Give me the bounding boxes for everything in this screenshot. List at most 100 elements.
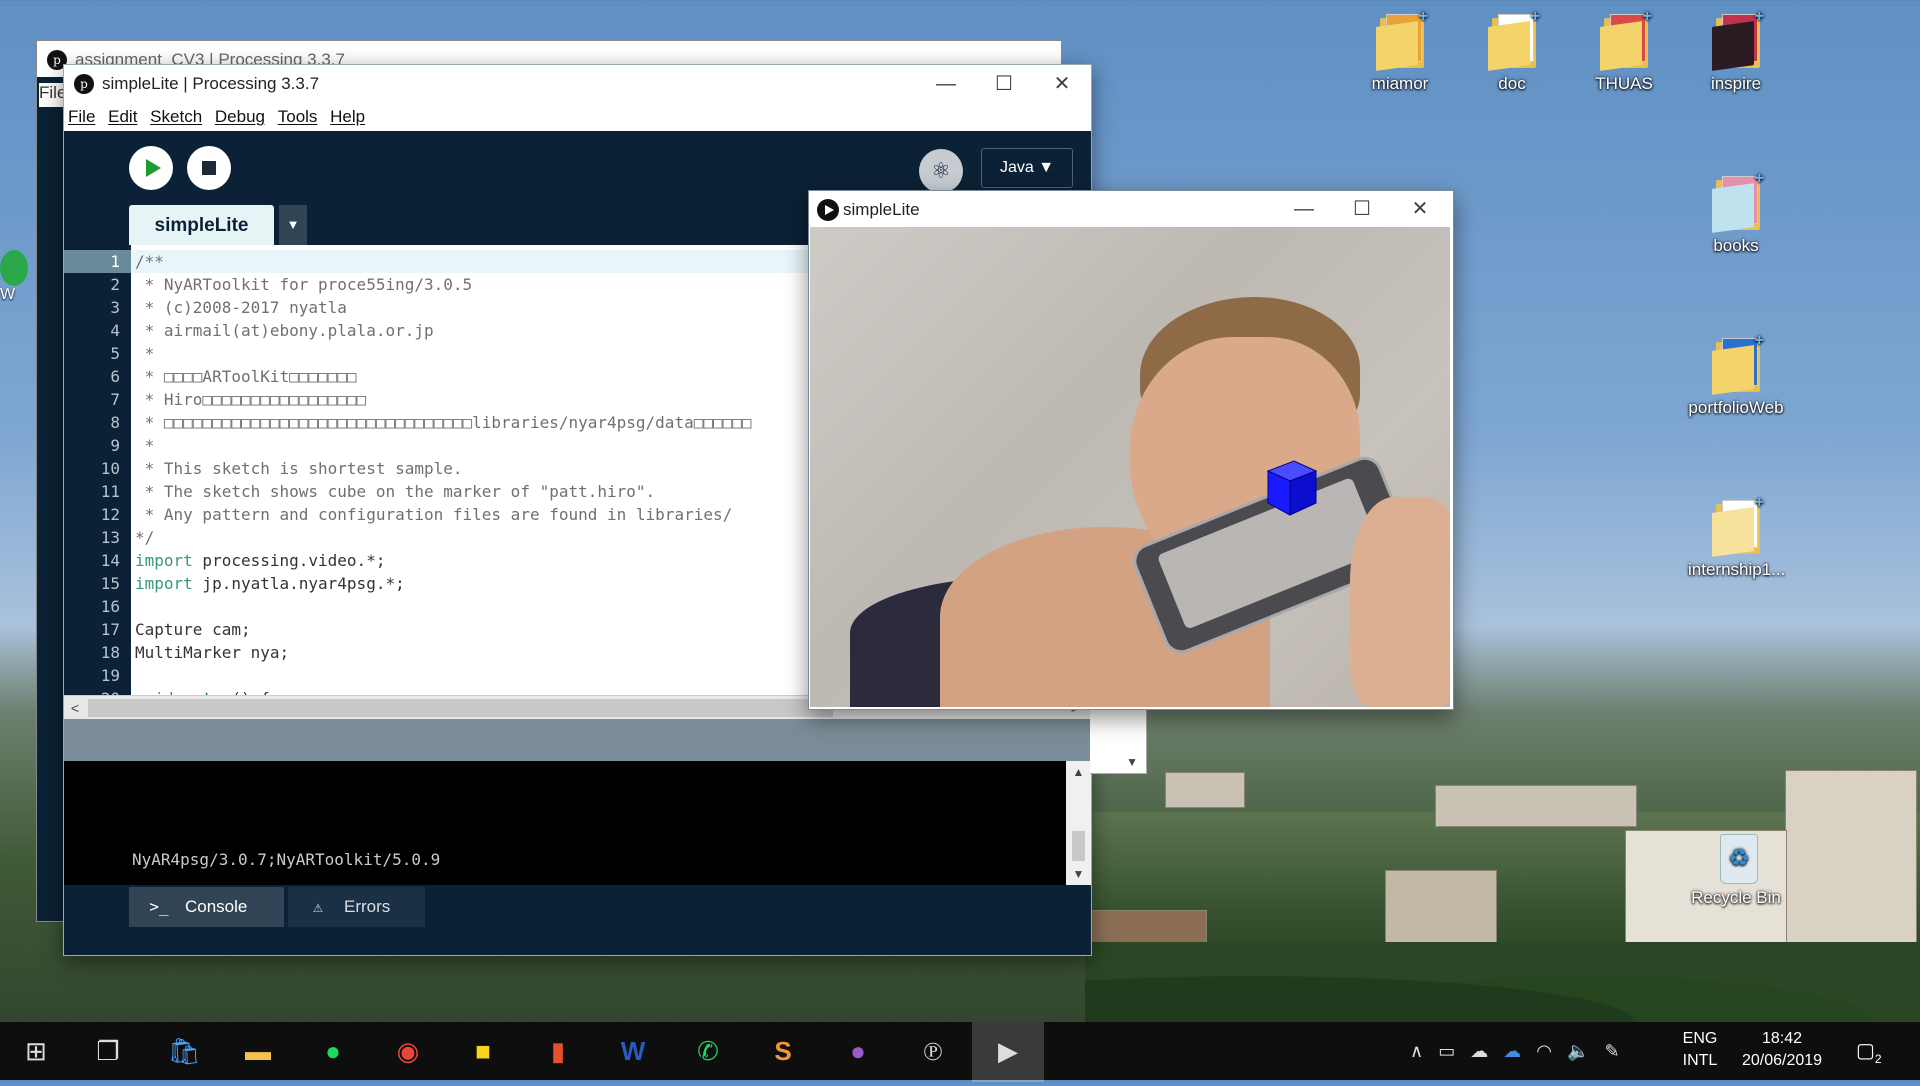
desktop-folder-internship[interactable]: + internship1... bbox=[1688, 494, 1785, 580]
close-button[interactable]: ✕ bbox=[1391, 191, 1449, 227]
stop-button[interactable] bbox=[187, 146, 231, 190]
notifications-button[interactable]: ▢2 bbox=[1856, 1022, 1896, 1080]
console-divider[interactable] bbox=[64, 719, 1091, 761]
minimize-button[interactable]: — bbox=[917, 65, 975, 103]
clock[interactable]: 18:42 20/06/2019 bbox=[1732, 1028, 1832, 1086]
volume-icon[interactable]: 🔈 bbox=[1567, 1041, 1589, 1061]
line-number: 10 bbox=[100, 459, 120, 478]
desktop-folder-inspire[interactable]: + inspire bbox=[1688, 8, 1784, 94]
line-number: 7 bbox=[110, 390, 120, 409]
console-tabs: >_ Console ⚠ Errors bbox=[64, 885, 1091, 931]
desktop-recycle-bin[interactable]: ♻ Recycle Bin bbox=[1688, 826, 1784, 908]
menu-file[interactable]: File bbox=[68, 103, 95, 131]
desktop-folder-thuas[interactable]: + THUAS bbox=[1576, 8, 1672, 94]
line-number: 15 bbox=[100, 574, 120, 593]
github-desktop-icon[interactable]: ● bbox=[822, 1022, 894, 1080]
sketch-output-window[interactable]: simpleLite — ☐ ✕ bbox=[808, 190, 1454, 710]
folder-icon: + bbox=[1598, 8, 1652, 71]
desktop-icon-label: Recycle Bin bbox=[1691, 888, 1781, 907]
menu-help[interactable]: Help bbox=[330, 103, 365, 131]
scrollbar-thumb[interactable] bbox=[1072, 831, 1085, 861]
desktop-folder-portfolioweb[interactable]: + portfolioWeb bbox=[1688, 332, 1784, 418]
task-view-icon[interactable]: ❐ bbox=[72, 1022, 144, 1080]
desktop-folder-doc[interactable]: + doc bbox=[1464, 8, 1560, 94]
wifi-icon[interactable]: ◠ bbox=[1536, 1041, 1552, 1061]
mode-selector[interactable]: Java ▼ bbox=[981, 148, 1073, 188]
scrollbar-thumb[interactable] bbox=[88, 699, 833, 717]
file-explorer-icon[interactable]: ▬ bbox=[222, 1022, 294, 1080]
word-icon[interactable]: W bbox=[597, 1022, 669, 1080]
whatsapp-icon[interactable]: ✆ bbox=[672, 1022, 744, 1080]
line-number: 9 bbox=[110, 436, 120, 455]
store-icon[interactable]: 🛍 bbox=[148, 1022, 220, 1080]
chrome-icon[interactable]: ◉ bbox=[372, 1022, 444, 1080]
line-number: 8 bbox=[110, 413, 120, 432]
tab-simplelite[interactable]: simpleLite bbox=[129, 205, 274, 245]
tab-errors[interactable]: ⚠ Errors bbox=[288, 887, 425, 927]
processing-icon[interactable]: ℗ bbox=[897, 1022, 969, 1080]
chevron-up-icon[interactable]: ∧ bbox=[1410, 1041, 1423, 1061]
scroll-down-icon[interactable]: ▼ bbox=[1066, 867, 1091, 881]
system-tray-icons[interactable]: ∧ ▭ ☁ ☁ ◠ 🔈 ✎ bbox=[1410, 1022, 1660, 1080]
run-button[interactable] bbox=[129, 146, 173, 190]
spotify-icon[interactable]: ● bbox=[297, 1022, 369, 1080]
folder-icon: + bbox=[1710, 8, 1764, 71]
background-window-edge: ▼ bbox=[1090, 700, 1147, 774]
office-icon[interactable]: ▮ bbox=[522, 1022, 594, 1080]
sketch-play-icon bbox=[817, 199, 839, 221]
folder-icon: + bbox=[1710, 494, 1764, 557]
ar-cube bbox=[1266, 460, 1318, 516]
folder-icon: + bbox=[1374, 8, 1428, 71]
desktop-icon-label: miamor bbox=[1371, 74, 1429, 93]
line-number: 3 bbox=[110, 298, 120, 317]
onedrive-icon[interactable]: ☁ bbox=[1503, 1041, 1521, 1061]
webcam-feed bbox=[810, 227, 1450, 707]
maximize-button[interactable]: ☐ bbox=[1333, 191, 1391, 227]
pen-icon[interactable]: ✎ bbox=[1604, 1041, 1619, 1061]
processing-logo-icon: p bbox=[74, 74, 94, 94]
menu-debug[interactable]: Debug bbox=[215, 103, 265, 131]
line-number: 5 bbox=[110, 344, 120, 363]
folder-icon: + bbox=[1710, 170, 1764, 233]
minimize-button[interactable]: — bbox=[1275, 191, 1333, 227]
tab-menu-button[interactable]: ▼ bbox=[279, 205, 307, 245]
folder-icon: + bbox=[1710, 332, 1764, 395]
desktop-wallpaper-city bbox=[1085, 760, 1920, 1022]
sticky-notes-icon[interactable]: ■ bbox=[447, 1022, 519, 1080]
battery-icon[interactable]: ▭ bbox=[1438, 1041, 1455, 1061]
sketch-runner-icon[interactable]: ▶ bbox=[972, 1022, 1044, 1082]
language-indicator[interactable]: ENG INTL bbox=[1680, 1028, 1720, 1086]
window-titlebar[interactable]: p simpleLite | Processing 3.3.7 — ☐ ✕ bbox=[64, 65, 1091, 103]
maximize-button[interactable]: ☐ bbox=[975, 65, 1033, 103]
console-output[interactable]: NyAR4psg/3.0.7;NyARToolkit/5.0.9 bbox=[64, 761, 1069, 885]
window-titlebar[interactable]: simpleLite — ☐ ✕ bbox=[809, 191, 1453, 227]
sublime-text-icon[interactable]: S bbox=[747, 1022, 819, 1080]
line-number: 13 bbox=[100, 528, 120, 547]
line-number: 11 bbox=[100, 482, 120, 501]
console-message: NyAR4psg/3.0.7;NyARToolkit/5.0.9 bbox=[132, 850, 441, 869]
scroll-left-icon[interactable]: < bbox=[64, 696, 86, 720]
folder-icon: + bbox=[1486, 8, 1540, 71]
line-number: 6 bbox=[110, 367, 120, 386]
desktop-folder-books[interactable]: + books bbox=[1688, 170, 1784, 256]
app-shortcut-icon bbox=[0, 250, 28, 286]
close-button[interactable]: ✕ bbox=[1033, 65, 1091, 103]
menu-sketch[interactable]: Sketch bbox=[150, 103, 202, 131]
tab-console[interactable]: >_ Console bbox=[129, 887, 284, 927]
scroll-up-icon[interactable]: ▲ bbox=[1066, 765, 1091, 779]
notification-icon: ▢ bbox=[1856, 1040, 1875, 1062]
start-button[interactable]: ⊞ bbox=[0, 1022, 72, 1080]
desktop-icon-label: portfolioWeb bbox=[1688, 398, 1784, 417]
menu-tools[interactable]: Tools bbox=[278, 103, 318, 131]
desktop-icon-label: books bbox=[1713, 236, 1759, 255]
line-number: 20 bbox=[64, 687, 120, 695]
desktop-icon-label: THUAS bbox=[1595, 74, 1653, 93]
taskbar: ⊞ ❐ 🛍 ▬ ● ◉ ■ ▮ W ✆ S ● ℗ ▶ ∧ ▭ ☁ ☁ ◠ 🔈 … bbox=[0, 1022, 1920, 1082]
cloud-icon[interactable]: ☁ bbox=[1470, 1041, 1488, 1061]
console-vertical-scrollbar[interactable]: ▲ ▼ bbox=[1066, 761, 1091, 885]
menu-edit[interactable]: Edit bbox=[108, 103, 137, 131]
warning-icon: ⚠ bbox=[313, 897, 323, 916]
debugger-icon[interactable]: ⚛ bbox=[919, 149, 963, 193]
desktop-folder-miamor[interactable]: + miamor bbox=[1352, 8, 1448, 94]
line-number: 18 bbox=[100, 643, 120, 662]
